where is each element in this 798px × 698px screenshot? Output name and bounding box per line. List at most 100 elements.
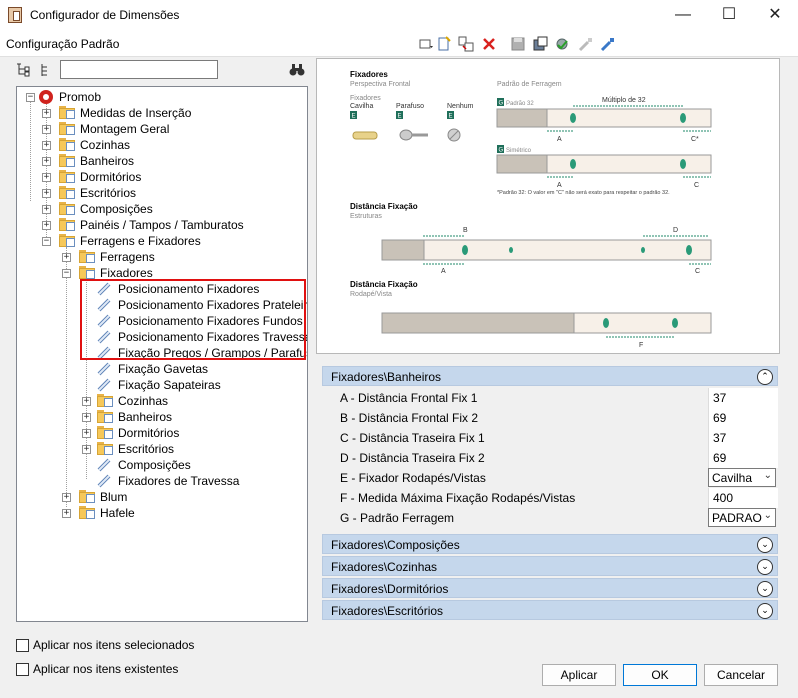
tree-item-hafele[interactable]: + Hafele	[17, 505, 297, 521]
tree-item-sub-dormitorios[interactable]: + Dormitórios	[17, 425, 297, 441]
property-row[interactable]: G - Padrão Ferragem PADRAO ⌄	[322, 508, 778, 528]
expand-toggle[interactable]: +	[42, 205, 51, 214]
delete-icon[interactable]	[481, 36, 497, 52]
dropdown-icon[interactable]	[418, 36, 434, 52]
tree-item-escritorios[interactable]: + Escritórios	[17, 185, 297, 201]
apply-button[interactable]: Aplicar	[542, 664, 616, 686]
collapse-toggle[interactable]: −	[62, 269, 71, 278]
group-title: Fixadores\Escritórios	[331, 604, 444, 618]
tree-item-ferragens[interactable]: + Ferragens	[17, 249, 297, 265]
dim-d: D	[673, 227, 678, 234]
tree-item-banheiros[interactable]: + Banheiros	[17, 153, 297, 169]
folder-icon	[97, 426, 114, 439]
minimize-button[interactable]: —	[660, 0, 706, 32]
expand-toggle[interactable]: +	[42, 109, 51, 118]
expand-toggle[interactable]: +	[82, 397, 91, 406]
property-value: 37	[713, 391, 727, 405]
property-row[interactable]: E - Fixador Rodapés/Vistas Cavilha ⌄	[322, 468, 778, 488]
expand-tree-icon[interactable]	[15, 62, 31, 78]
padrao32-label: Padrão 32	[506, 101, 534, 107]
fix-subtitle: Perspectiva Frontal	[350, 81, 411, 88]
group-fixadores-banheiros[interactable]: Fixadores\Banheiros ⌃	[322, 366, 778, 386]
folder-icon	[79, 506, 96, 519]
expand-icon[interactable]: ⌄	[757, 559, 773, 575]
group-fixadores-dormitorios[interactable]: Fixadores\Dormitórios ⌄	[322, 578, 778, 598]
property-row[interactable]: A - Distância Frontal Fix 1 37	[322, 388, 778, 408]
close-button[interactable]: ✕	[752, 0, 798, 32]
export-icon[interactable]	[578, 36, 594, 52]
maximize-button[interactable]: ☐	[706, 0, 752, 32]
property-value-input[interactable]: 400	[708, 488, 778, 508]
tree-item-ferragens-fixadores[interactable]: − Ferragens e Fixadores	[17, 233, 297, 249]
group-fixadores-composicoes[interactable]: Fixadores\Composições ⌄	[322, 534, 778, 554]
ok-button[interactable]: OK	[623, 664, 697, 686]
property-row[interactable]: D - Distância Traseira Fix 2 69	[322, 448, 778, 468]
tree-item-fixacao-sapateiras[interactable]: Fixação Sapateiras	[17, 377, 297, 393]
tree-item-sub-cozinhas[interactable]: + Cozinhas	[17, 393, 297, 409]
property-select[interactable]: PADRAO ⌄	[708, 508, 776, 527]
expand-toggle[interactable]: +	[62, 493, 71, 502]
tree-item-sub-composicoes[interactable]: Composições	[17, 457, 297, 473]
property-row[interactable]: C - Distância Traseira Fix 1 37	[322, 428, 778, 448]
collapse-toggle[interactable]: −	[42, 237, 51, 246]
property-row[interactable]: F - Medida Máxima Fixação Rodapés/Vistas…	[322, 488, 778, 508]
save-as-icon[interactable]	[532, 36, 548, 52]
expand-icon[interactable]: ⌄	[757, 603, 773, 619]
tree-item-composicoes[interactable]: + Composições	[17, 201, 297, 217]
configuration-name[interactable]: Configuração Padrão	[6, 37, 119, 51]
expand-toggle[interactable]: +	[82, 413, 91, 422]
binoculars-icon[interactable]	[289, 62, 305, 78]
expand-toggle[interactable]: +	[62, 509, 71, 518]
expand-icon[interactable]: ⌄	[757, 581, 773, 597]
property-value-input[interactable]: 69	[708, 408, 778, 428]
property-value-input[interactable]: 37	[708, 388, 778, 408]
property-label: A - Distância Frontal Fix 1	[340, 391, 478, 405]
tree-item-promob[interactable]: − Promob	[17, 89, 297, 105]
new-configuration-icon[interactable]	[436, 36, 452, 52]
property-value-input[interactable]: 37	[708, 428, 778, 448]
tree-label: Escritórios	[80, 186, 137, 200]
expand-toggle[interactable]: +	[42, 141, 51, 150]
apply-selected-checkbox[interactable]	[16, 639, 29, 652]
tree-item-blum[interactable]: + Blum	[17, 489, 297, 505]
property-value: 69	[713, 411, 727, 425]
chevron-down-icon[interactable]: ⌄	[764, 510, 772, 521]
tree-item-montagem-geral[interactable]: + Montagem Geral	[17, 121, 297, 137]
tree-item-paineis[interactable]: + Painéis / Tampos / Tamburatos	[17, 217, 297, 233]
expand-toggle[interactable]: +	[42, 221, 51, 230]
expand-toggle[interactable]: +	[82, 429, 91, 438]
property-select[interactable]: Cavilha ⌄	[708, 468, 776, 487]
expand-toggle[interactable]: +	[42, 173, 51, 182]
tree-item-fixadores-travessa[interactable]: Fixadores de Travessa	[17, 473, 297, 489]
expand-toggle[interactable]: +	[42, 157, 51, 166]
tree-item-cozinhas[interactable]: + Cozinhas	[17, 137, 297, 153]
cancel-button[interactable]: Cancelar	[704, 664, 778, 686]
tree-item-fixacao-gavetas[interactable]: Fixação Gavetas	[17, 361, 297, 377]
save-icon[interactable]	[510, 36, 526, 52]
copy-configuration-icon[interactable]	[458, 36, 474, 52]
promob-logo-icon	[39, 90, 53, 104]
group-fixadores-cozinhas[interactable]: Fixadores\Cozinhas ⌄	[322, 556, 778, 576]
expand-toggle[interactable]: +	[42, 125, 51, 134]
tree-item-sub-escritorios[interactable]: + Escritórios	[17, 441, 297, 457]
expand-toggle[interactable]: +	[82, 445, 91, 454]
chevron-down-icon[interactable]: ⌄	[764, 470, 772, 481]
property-label: C - Distância Traseira Fix 1	[340, 431, 485, 445]
expand-toggle[interactable]: +	[62, 253, 71, 262]
group-fixadores-escritorios[interactable]: Fixadores\Escritórios ⌄	[322, 600, 778, 620]
tree-label: Dormitórios	[118, 426, 180, 440]
tree-item-medidas-insercao[interactable]: + Medidas de Inserção	[17, 105, 297, 121]
tree-item-dormitorios[interactable]: + Dormitórios	[17, 169, 297, 185]
collapse-icon[interactable]: ⌃	[757, 369, 773, 385]
settings-check-icon[interactable]	[554, 36, 570, 52]
tree-item-sub-banheiros[interactable]: + Banheiros	[17, 409, 297, 425]
apply-existing-checkbox[interactable]	[16, 663, 29, 676]
expand-toggle[interactable]: +	[42, 189, 51, 198]
import-icon[interactable]	[600, 36, 616, 52]
tree-search-input[interactable]	[60, 60, 218, 79]
property-value-input[interactable]: 69	[708, 448, 778, 468]
property-row[interactable]: B - Distância Frontal Fix 2 69	[322, 408, 778, 428]
collapse-toggle[interactable]: −	[26, 93, 35, 102]
expand-icon[interactable]: ⌄	[757, 537, 773, 553]
collapse-tree-icon[interactable]	[38, 62, 54, 78]
